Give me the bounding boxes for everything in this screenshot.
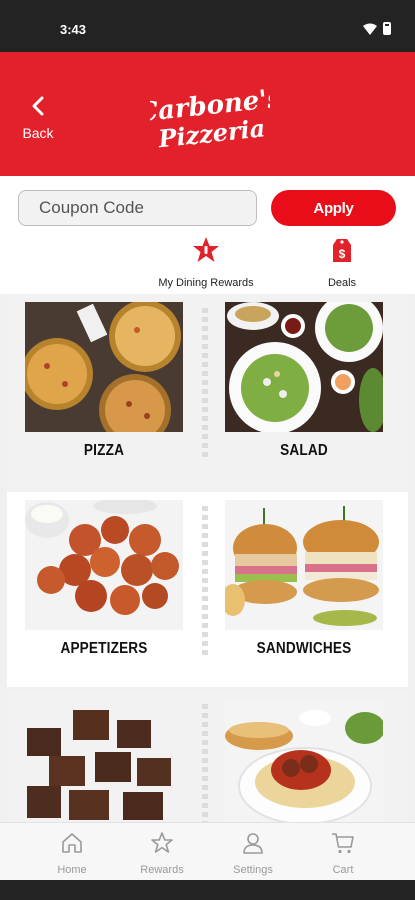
pizza-photo xyxy=(25,302,183,432)
category-pizza-label: PIZZA xyxy=(83,442,125,459)
status-bar: 3:43 xyxy=(0,0,415,52)
home-icon xyxy=(62,833,82,853)
nav-settings-label: Settings xyxy=(233,864,273,876)
status-time: 3:43 xyxy=(60,22,87,37)
nav-cart-label: Cart xyxy=(332,864,354,876)
apply-button[interactable]: Apply xyxy=(271,190,396,226)
salad-photo xyxy=(225,302,383,432)
brownies-photo xyxy=(25,698,183,822)
back-label: Back xyxy=(22,125,54,141)
category-appetizers[interactable]: APPETIZERS xyxy=(25,500,183,658)
category-pizza[interactable]: PIZZA xyxy=(25,302,183,460)
menu-row-1: PIZZA SALAD xyxy=(7,294,408,489)
category-salad-label: SALAD xyxy=(280,442,328,459)
category-appetizers-label: APPETIZERS xyxy=(60,640,148,657)
chevron-left-icon xyxy=(32,96,44,116)
nav-settings[interactable]: Settings xyxy=(218,831,288,876)
coupon-code-input[interactable] xyxy=(18,190,257,226)
system-navigation-bar xyxy=(0,880,415,900)
category-pasta[interactable] xyxy=(225,698,383,822)
nav-home[interactable]: Home xyxy=(37,831,107,876)
cart-icon xyxy=(332,833,354,854)
nav-home-label: Home xyxy=(57,864,87,876)
category-sandwiches[interactable]: SANDWICHES xyxy=(225,500,383,658)
svg-text:$: $ xyxy=(339,247,346,261)
menu-row-2: APPETIZERS SANDWICHES xyxy=(7,492,408,687)
appetizers-photo xyxy=(25,500,183,630)
star-icon xyxy=(151,832,173,853)
carbones-pizzeria-logo: Carbone's Pizzeria xyxy=(150,83,270,152)
nav-cart[interactable]: Cart xyxy=(308,831,378,876)
sandwiches-photo xyxy=(225,500,383,630)
spaghetti-photo xyxy=(225,698,383,822)
menu-category-grid: PIZZA SALAD APPETIZERS SANDWICHES xyxy=(0,294,415,822)
dotted-divider xyxy=(202,506,208,656)
bottom-navigation: Home Rewards Settings Cart xyxy=(0,822,415,880)
rewards-star-icon xyxy=(193,237,219,262)
status-icons xyxy=(363,22,391,35)
menu-row-3 xyxy=(7,690,408,822)
my-dining-rewards-link[interactable]: My Dining Rewards xyxy=(158,236,254,289)
battery-icon xyxy=(383,22,391,35)
category-sandwiches-label: SANDWICHES xyxy=(256,640,352,657)
deals-link[interactable]: $ Deals xyxy=(318,236,366,289)
my-dining-rewards-label: My Dining Rewards xyxy=(158,277,254,289)
nav-rewards-label: Rewards xyxy=(140,864,184,876)
deals-dollar-tag-icon: $ xyxy=(333,239,351,262)
nav-rewards[interactable]: Rewards xyxy=(127,831,197,876)
person-icon xyxy=(243,833,263,854)
coupon-row: Apply xyxy=(0,190,415,226)
quick-links: My Dining Rewards $ Deals xyxy=(0,236,415,292)
dotted-divider xyxy=(202,308,208,458)
back-button[interactable]: Back xyxy=(18,96,58,141)
dotted-divider xyxy=(202,704,208,822)
wifi-icon xyxy=(363,23,377,35)
app-header: Back Carbone's Pizzeria xyxy=(0,52,415,176)
category-desserts[interactable] xyxy=(25,698,183,822)
category-salad[interactable]: SALAD xyxy=(225,302,383,460)
deals-label: Deals xyxy=(327,277,357,289)
